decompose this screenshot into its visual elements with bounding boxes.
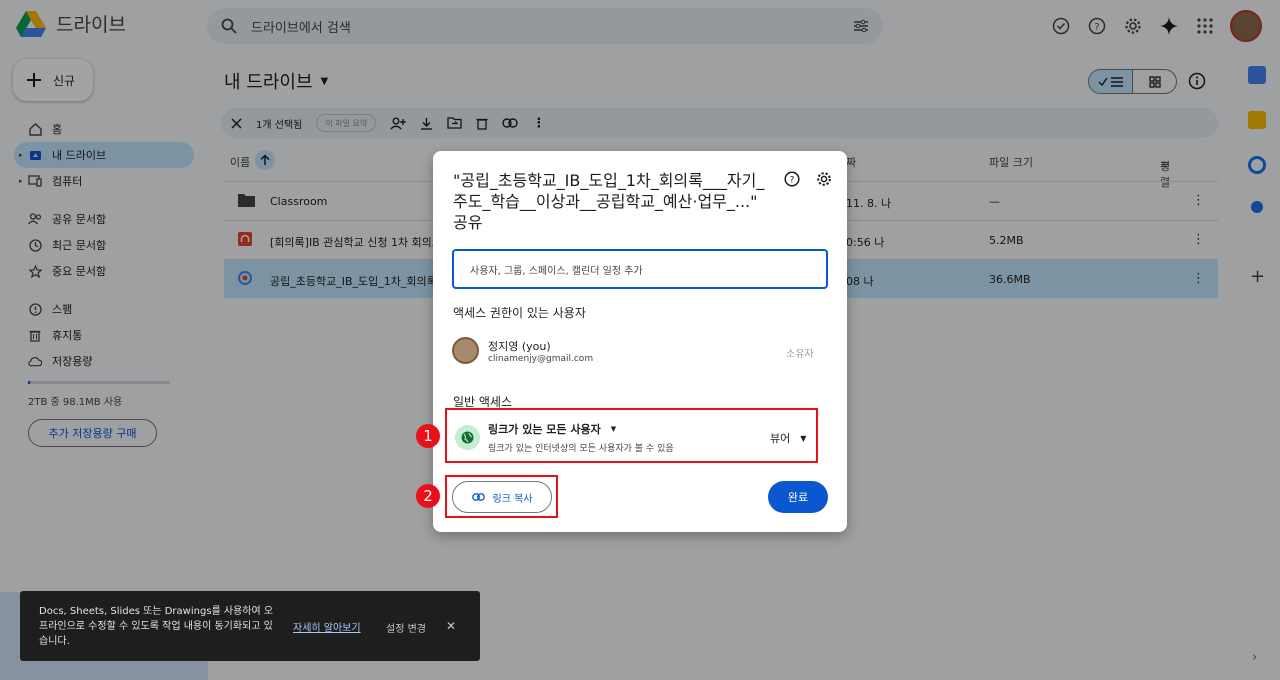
person-role: 소유자 (786, 349, 814, 360)
link-icon (471, 493, 485, 501)
offline-sync-snackbar: Docs, Sheets, Slides 또는 Drawings를 사용하여 오… (20, 591, 480, 661)
general-access-title: 링크가 있는 모든 사용자 (488, 423, 601, 436)
globe-icon (455, 425, 480, 450)
person-email: clinamenjy@gmail.com (488, 354, 594, 364)
done-button[interactable]: 완료 (768, 481, 828, 513)
help-icon[interactable]: ? (784, 171, 800, 187)
general-access-dropdown[interactable]: 링크가 있는 모든 사용자 ▼ (488, 421, 616, 437)
role-dropdown[interactable]: 뷰어 ▼ (770, 430, 806, 446)
avatar (452, 337, 479, 364)
svg-text:?: ? (790, 176, 795, 186)
person-name: 정지영 (you) (488, 340, 551, 353)
dialog-title: "공립_초등학교_IB_도입_1차_회의록___자기_주도_학습__이상과__공… (453, 171, 765, 232)
settings-icon[interactable] (816, 171, 832, 187)
learn-more-link[interactable]: 자세히 알아보기 (293, 619, 361, 634)
chevron-down-icon: ▼ (610, 425, 617, 433)
copy-link-label: 링크 복사 (492, 493, 533, 505)
annotation-number-2: 2 (416, 484, 440, 508)
person-row: 정지영 (you) clinamenjy@gmail.com 소유자 (452, 337, 832, 367)
snackbar-message: Docs, Sheets, Slides 또는 Drawings를 사용하여 오… (39, 606, 274, 647)
annotation-number-1: 1 (416, 424, 440, 448)
access-section-label: 액세스 권한이 있는 사용자 (453, 306, 586, 320)
close-icon[interactable]: ✕ (446, 619, 456, 633)
chevron-right-icon[interactable]: › (1252, 650, 1257, 665)
chevron-down-icon: ▼ (800, 433, 807, 443)
add-people-input[interactable]: 사용자, 그룹, 스페이스, 캘린더 일정 추가 (452, 249, 828, 289)
general-access-description: 링크가 있는 인터넷상의 모든 사용자가 볼 수 있음 (488, 444, 674, 454)
copy-link-button[interactable]: 링크 복사 (452, 481, 552, 513)
change-settings-link[interactable]: 설정 변경 (386, 620, 426, 635)
role-label: 뷰어 (770, 432, 791, 445)
